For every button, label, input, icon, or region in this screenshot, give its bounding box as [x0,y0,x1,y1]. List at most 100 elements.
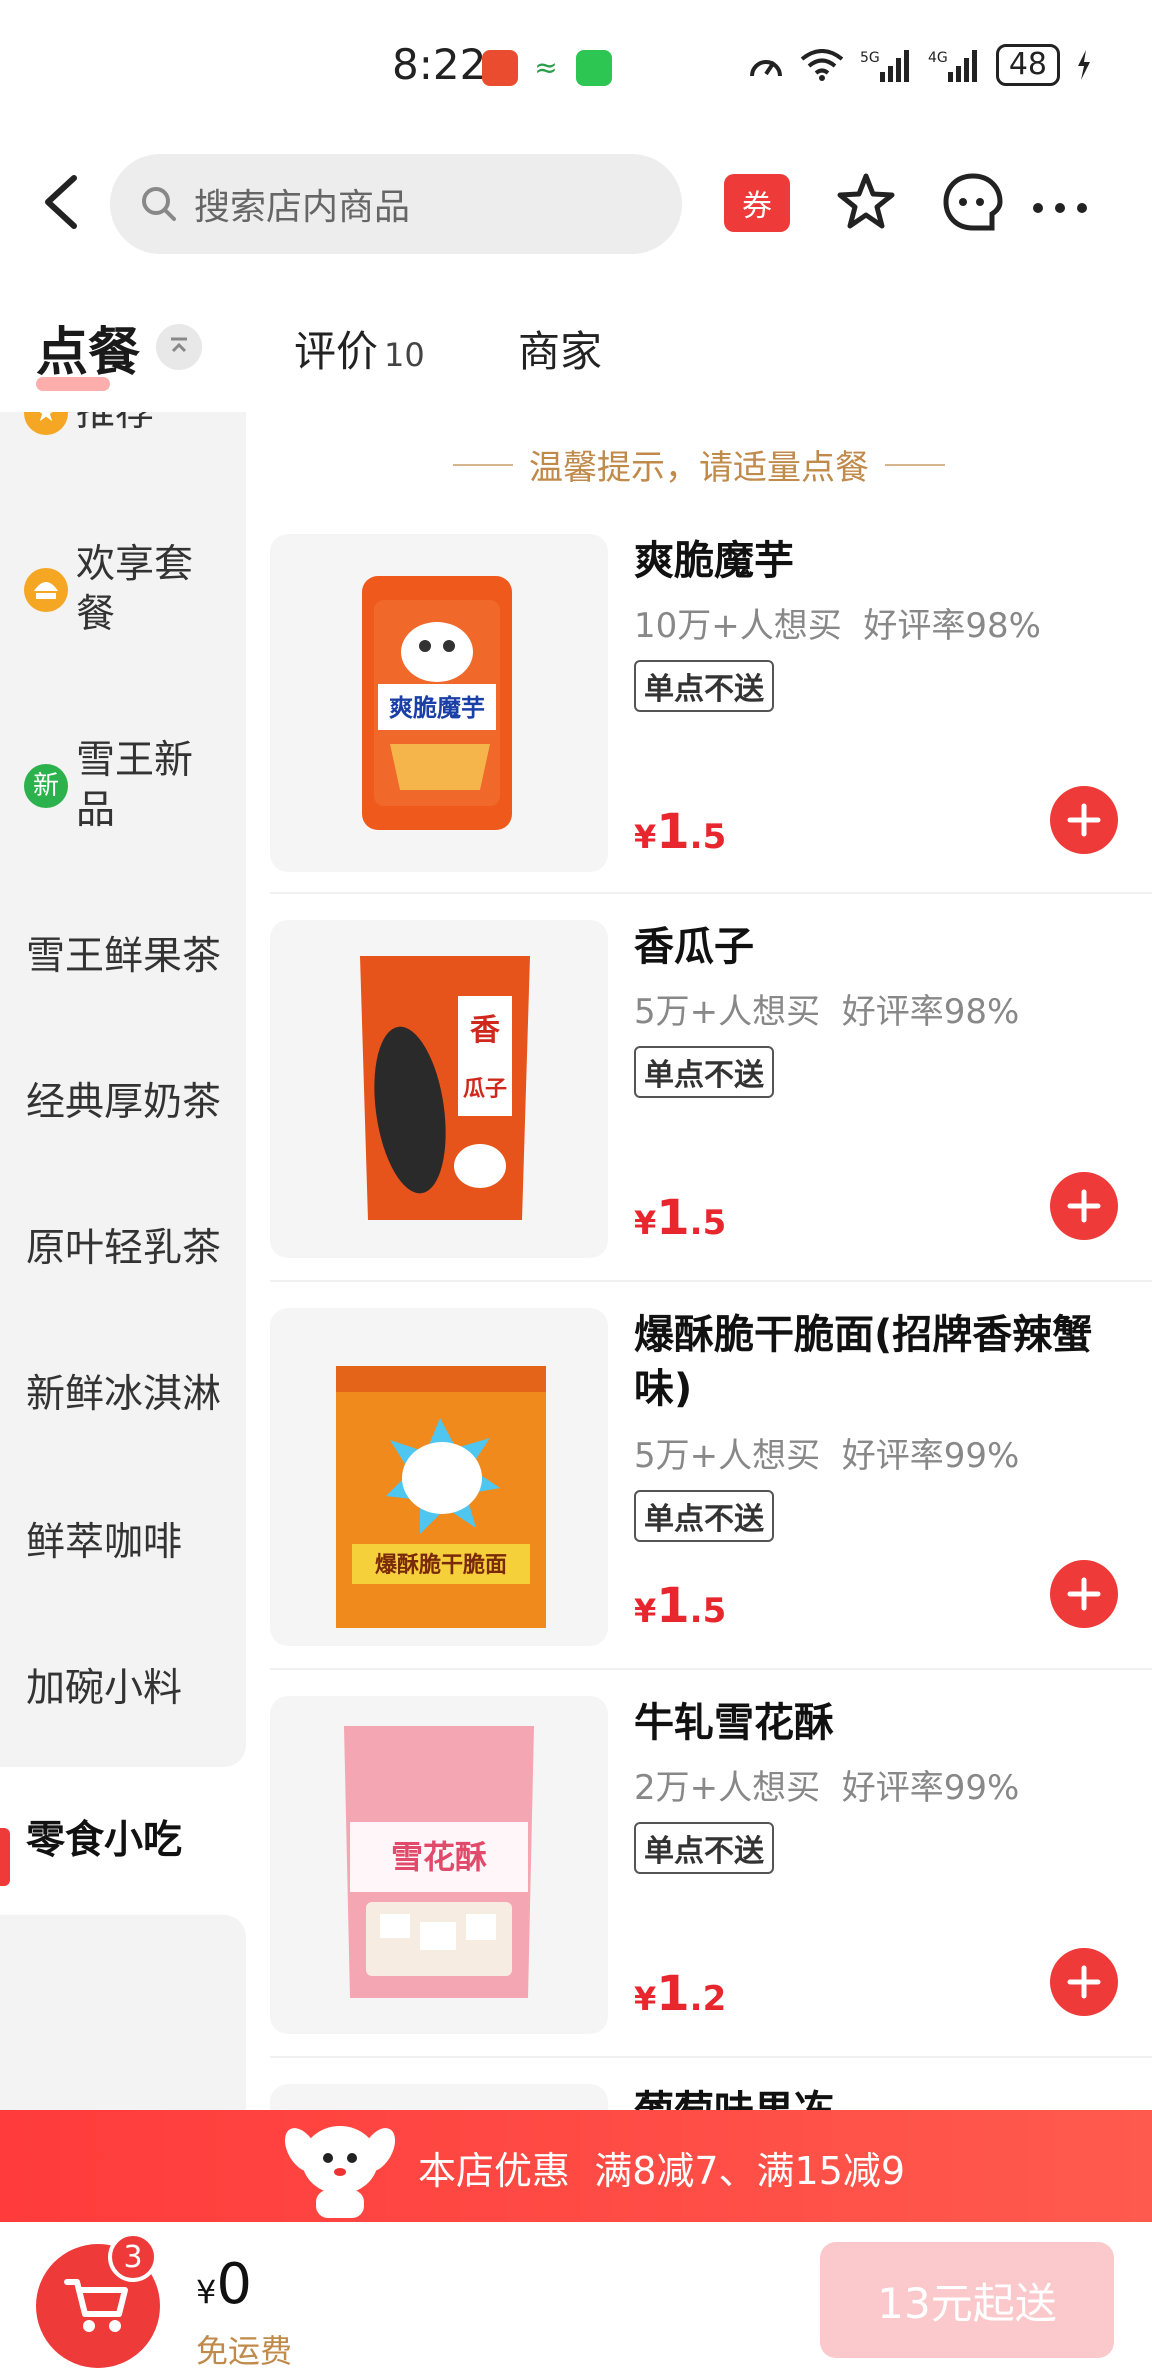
product-image: 雪花酥 [270,1696,608,2034]
sidebar-item-label: 雪王新品 [76,738,194,833]
svg-text:4G: 4G [928,50,948,66]
favorite-button[interactable] [834,170,898,238]
tab-reviews-label: 评价 [294,327,379,376]
total-currency: ¥ [196,2273,217,2311]
product-price: ¥1.5 [634,1190,726,1246]
price-integer: 1 [656,1190,690,1246]
sidebar-item-combo[interactable]: 欢享套餐 [0,540,246,640]
product-meta: 5万+人想买 好评率98% [634,984,1019,1033]
product-name: 爆酥脆干脆面(招牌香辣蟹味) [634,1312,1093,1412]
price-integer: 1 [656,1578,690,1634]
product-meta: 10万+人想买 好评率98% [634,598,1041,647]
collapse-button[interactable] [156,324,202,370]
tab-merchant[interactable]: 商家 [518,318,602,379]
pack-label: 瓜子 [463,1077,507,1102]
tab-reviews-count: 10 [384,336,425,374]
collapse-up-icon [171,337,187,353]
price-currency: ¥ [634,1204,657,1242]
search-icon [142,187,176,221]
sidebar-item-label: 欢享套餐 [76,542,194,637]
promo-deals: 满8减7、满15减9 [594,2149,906,2193]
sidebar-bg-bottom [0,1915,246,2112]
wechat-icon [576,50,612,86]
product-card[interactable]: 香 瓜子 香瓜子 5万+人想买 好评率98% 单点不送 ¥1.5 [270,920,1152,1308]
product-rating: 好评率99% [841,1768,1020,1808]
product-rating: 好评率99% [841,1436,1020,1476]
battery-level: 48 [995,44,1060,86]
plus-icon [1067,803,1101,837]
sidebar-active-indicator [0,1828,10,1886]
divider [270,1280,1152,1282]
signal-4g-icon: 4G [928,50,977,82]
message-notification-icon: ≈ [528,50,564,86]
pack-label: 爽脆魔芋 [389,694,485,722]
plus-icon [1067,1577,1101,1611]
product-name: 爽脆魔芋 [634,538,794,584]
price-currency: ¥ [634,818,657,856]
signal-5g-icon: 5G [860,50,909,82]
price-integer: 1 [656,1966,690,2022]
sidebar-item-ice-cream[interactable]: 新鲜冰淇淋 [0,1370,246,1420]
add-to-cart-button[interactable] [1050,1560,1118,1628]
sidebar-item-snacks[interactable]: 零食小吃 [0,1767,246,1915]
status-bar: 8:22 ≈ 5G 4G 48 [0,0,1152,140]
product-image: 爽脆魔芋 [270,534,608,872]
add-to-cart-button[interactable] [1050,1172,1118,1240]
product-tag: 单点不送 [634,660,774,712]
back-button[interactable] [36,170,92,234]
product-sales: 2万+人想买 [634,1768,821,1808]
recommend-icon: ★ [24,412,68,435]
promo-text: 本店优惠 满8减7、满15减9 [418,2140,905,2195]
checkout-button[interactable]: 13元起送 [820,2242,1114,2358]
product-meta: 2万+人想买 好评率99% [634,1760,1019,1809]
app-notification-icon [482,50,518,86]
sidebar-item-recommend[interactable]: ★ 推荐 [0,412,246,438]
divider [270,1668,1152,1670]
price-decimal: .2 [689,1979,727,2019]
charging-icon [1078,50,1090,80]
chevron-left-icon [45,175,77,229]
price-currency: ¥ [634,1980,657,2018]
price-decimal: .5 [689,817,727,857]
sidebar-item-new[interactable]: 新 雪王新品 [0,736,246,836]
product-card[interactable]: 爆酥脆干脆面 爆酥脆干脆面(招牌香辣蟹味) 5万+人想买 好评率99% 单点不送… [270,1308,1152,1696]
header: 搜索店内商品 券 [0,150,1152,255]
search-input[interactable]: 搜索店内商品 [110,154,682,254]
pack-label: 爆酥脆干脆面 [375,1552,507,1578]
product-tag: 单点不送 [634,1046,774,1098]
more-icon [1033,203,1087,213]
product-rating: 好评率98% [841,992,1020,1032]
speed-icon [749,60,782,77]
chat-icon [943,173,1003,231]
price-decimal: .5 [689,1591,727,1631]
add-to-cart-button[interactable] [1050,786,1118,854]
cart-count-badge: 3 [108,2232,158,2282]
coupon-button[interactable]: 券 [724,174,790,232]
tab-order[interactable]: 点餐 [36,310,140,391]
mascot-icon [280,2110,400,2222]
sidebar-item-coffee[interactable]: 鲜萃咖啡 [0,1518,246,1568]
sidebar-item-toppings[interactable]: 加碗小料 [0,1664,246,1714]
sidebar-item-milk-tea[interactable]: 经典厚奶茶 [0,1078,246,1128]
sidebar-item-light-milk-tea[interactable]: 原叶轻乳茶 [0,1224,246,1274]
product-tag: 单点不送 [634,1822,774,1874]
product-meta: 5万+人想买 好评率99% [634,1428,1019,1477]
price-currency: ¥ [634,1592,657,1630]
wifi-icon [800,49,844,81]
status-time: 8:22 [392,40,487,89]
total-value: 0 [216,2252,252,2317]
product-price: ¥1.5 [634,1578,726,1634]
product-card[interactable]: 爽脆魔芋 爽脆魔芋 10万+人想买 好评率98% 单点不送 ¥1.5 [270,534,1152,922]
promo-banner[interactable]: 本店优惠 满8减7、满15减9 [0,2110,1152,2222]
sidebar-item-fruit-tea[interactable]: 雪王鲜果茶 [0,932,246,982]
cart-total: ¥0 [196,2252,252,2317]
more-menu-button[interactable] [1030,190,1090,220]
product-card[interactable]: 雪花酥 牛轧雪花酥 2万+人想买 好评率99% 单点不送 ¥1.2 [270,1696,1152,2084]
tab-reviews[interactable]: 评价 10 [294,318,425,379]
product-tag: 单点不送 [634,1490,774,1542]
add-to-cart-button[interactable] [1050,1948,1118,2016]
combo-icon [24,568,68,612]
customer-service-button[interactable] [940,170,1006,240]
plus-icon [1067,1189,1101,1223]
product-sales: 10万+人想买 [634,606,842,646]
